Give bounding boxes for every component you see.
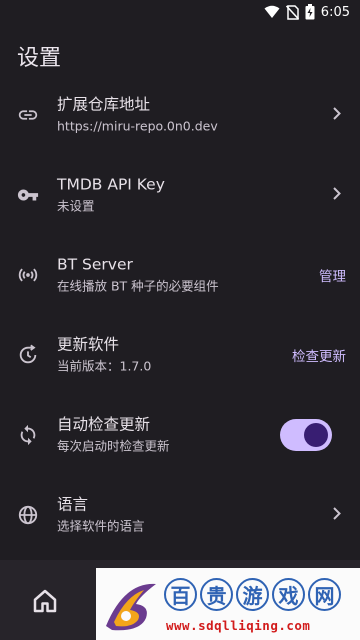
chevron-right-icon bbox=[330, 106, 344, 125]
home-icon[interactable] bbox=[30, 586, 60, 616]
chevron-right-icon bbox=[330, 506, 344, 525]
sync-icon bbox=[17, 424, 39, 446]
link-icon bbox=[17, 104, 39, 126]
manage-button[interactable]: 管理 bbox=[319, 265, 346, 285]
row-title: 更新软件 bbox=[57, 335, 120, 354]
row-title: 扩展仓库地址 bbox=[57, 95, 151, 114]
row-subtitle: 选择软件的语言 bbox=[57, 518, 145, 534]
settings-row-language[interactable]: 语言 选择软件的语言 bbox=[0, 475, 360, 555]
watermark-chars: 百 贵 游 戏 网 bbox=[164, 578, 341, 611]
row-title: 自动检查更新 bbox=[57, 415, 151, 434]
row-subtitle: 未设置 bbox=[57, 198, 95, 214]
watermark-char: 戏 bbox=[272, 578, 305, 611]
chevron-right-icon bbox=[330, 186, 344, 205]
row-subtitle: 当前版本：1.7.0 bbox=[57, 358, 152, 374]
update-icon bbox=[17, 344, 39, 366]
wifi-icon bbox=[264, 5, 280, 19]
watermark-url: www.sdqlliqing.com bbox=[166, 618, 311, 633]
key-icon bbox=[17, 184, 39, 206]
battery-icon bbox=[305, 4, 315, 20]
settings-list: 扩展仓库地址 https://miru-repo.0n0.dev TMDB AP… bbox=[0, 75, 360, 555]
settings-row-tmdb-key[interactable]: TMDB API Key 未设置 bbox=[0, 155, 360, 235]
row-title: TMDB API Key bbox=[57, 175, 165, 194]
status-bar: 6:05 bbox=[0, 0, 360, 24]
watermark-char: 贵 bbox=[200, 578, 233, 611]
row-subtitle: https://miru-repo.0n0.dev bbox=[57, 118, 218, 134]
row-subtitle: 每次启动时检查更新 bbox=[57, 438, 170, 454]
row-title: BT Server bbox=[57, 255, 133, 274]
settings-row-bt-server: BT Server 在线播放 BT 种子的必要组件 管理 bbox=[0, 235, 360, 315]
no-sim-icon bbox=[285, 4, 299, 20]
watermark-char: 百 bbox=[164, 578, 197, 611]
clock-time: 6:05 bbox=[320, 4, 350, 20]
check-update-button[interactable]: 检查更新 bbox=[292, 345, 346, 365]
watermark-banner: 百 贵 游 戏 网 www.sdqlliqing.com bbox=[96, 568, 360, 640]
globe-icon bbox=[17, 504, 39, 526]
settings-row-auto-update[interactable]: 自动检查更新 每次启动时检查更新 bbox=[0, 395, 360, 475]
page-title: 设置 bbox=[17, 46, 62, 71]
row-title: 语言 bbox=[57, 495, 89, 514]
row-subtitle: 在线播放 BT 种子的必要组件 bbox=[57, 278, 219, 294]
auto-update-toggle[interactable] bbox=[280, 419, 332, 451]
watermark-char: 网 bbox=[308, 578, 341, 611]
watermark-char: 游 bbox=[236, 578, 269, 611]
broadcast-icon bbox=[17, 264, 39, 286]
settings-row-update: 更新软件 当前版本：1.7.0 检查更新 bbox=[0, 315, 360, 395]
watermark-logo bbox=[106, 583, 156, 631]
toggle-knob bbox=[304, 423, 328, 447]
settings-row-repo-url[interactable]: 扩展仓库地址 https://miru-repo.0n0.dev bbox=[0, 75, 360, 155]
